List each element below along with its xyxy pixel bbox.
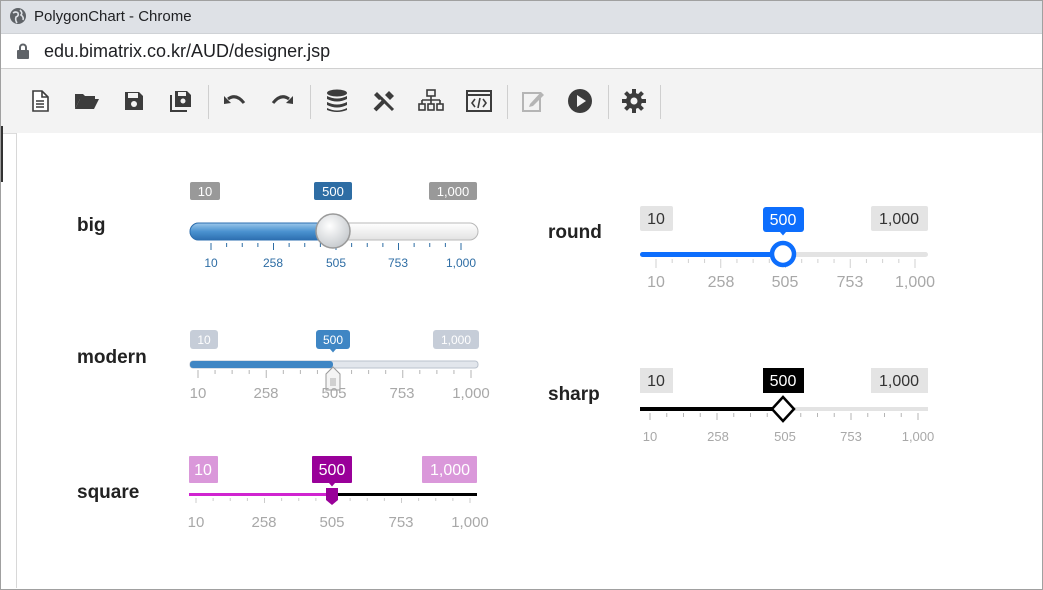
max-label: 1,000 [437,184,470,199]
tick-label: 258 [708,274,735,291]
value-badge-pointer [330,349,336,353]
slider-square[interactable]: 10 1,000 500 10 258 505 753 1,000 [180,452,490,534]
max-label: 1,000 [441,333,471,347]
tick-label: 258 [707,429,729,444]
value-label: 500 [319,462,346,479]
value-badge-pointer [780,232,786,236]
tick-label: 1,000 [895,274,935,291]
toolbar-separator [310,85,311,119]
tick-label: 753 [837,274,864,291]
label-big: big [77,215,106,236]
tick-label: 1,000 [452,385,490,402]
tick-label: 10 [204,256,218,270]
slider-handle[interactable] [770,395,796,423]
toolbar [0,69,1043,134]
value-label: 500 [323,333,343,347]
tick-label: 10 [188,514,205,531]
tick-label: 1,000 [902,429,935,444]
slider-handle[interactable] [769,240,797,268]
tick-label: 258 [263,256,283,270]
tick-label: 505 [326,256,346,270]
slider-fill [189,493,332,496]
tick-label: 753 [840,429,862,444]
max-label: 1,000 [879,211,919,228]
tick-label: 505 [772,274,799,291]
tick-label: 753 [388,514,413,531]
min-label: 10 [198,184,212,199]
address-bar[interactable]: edu.bimatrix.co.kr/AUD/designer.jsp [0,34,1043,69]
tick-label: 753 [388,256,408,270]
tick-label: 505 [321,385,346,402]
slider-sharp[interactable]: 10 1,000 500 10 258 505 753 1,000 [630,364,940,450]
value-label: 500 [770,373,797,390]
min-label: 10 [647,211,665,228]
designer-canvas [16,133,1042,588]
slider-round[interactable]: 10 1,000 500 10 258 505 753 1,000 [630,204,940,298]
url-text[interactable]: edu.bimatrix.co.kr/AUD/designer.jsp [44,41,330,62]
edit-icon[interactable] [517,85,549,117]
tick-label: 505 [774,429,796,444]
open-folder-icon[interactable] [71,85,103,117]
slider-fill [190,361,333,368]
play-icon[interactable] [564,85,596,117]
max-label: 1,000 [879,373,919,390]
slider-modern[interactable]: 10 1,000 500 10 258 505 753 1,000 [180,326,490,406]
value-label: 500 [770,212,797,229]
slider-fill [640,407,783,411]
slider-big[interactable]: 10 1,000 500 10 258 505 753 1,000 [180,176,490,276]
slider-handle[interactable] [315,213,351,249]
toolbar-separator [660,85,661,119]
min-label: 10 [647,373,665,390]
panel-edge [0,126,3,182]
toolbar-separator [608,85,609,119]
tools-icon[interactable] [368,85,400,117]
min-label: 10 [197,333,211,347]
code-icon[interactable] [463,85,495,117]
window-title: PolygonChart - Chrome [34,8,192,25]
max-label: 1,000 [430,462,470,479]
value-badge-pointer [329,483,335,487]
toolbar-separator [208,85,209,119]
lock-icon [17,43,29,59]
tick-label: 258 [253,385,278,402]
database-icon[interactable] [321,85,353,117]
tick-label: 10 [647,274,665,291]
title-bar: PolygonChart - Chrome [0,0,1043,34]
value-label: 500 [322,184,344,199]
tick-label: 753 [389,385,414,402]
new-document-icon[interactable] [24,85,56,117]
min-label: 10 [194,462,212,479]
tick-label: 258 [251,514,276,531]
hierarchy-icon[interactable] [415,85,447,117]
label-round: round [548,222,602,243]
slider-fill [189,222,334,241]
tick-label: 505 [319,514,344,531]
settings-icon[interactable] [618,85,650,117]
toolbar-separator [507,85,508,119]
tick-label: 10 [190,385,207,402]
redo-icon[interactable] [266,85,298,117]
globe-icon [10,8,26,24]
slider-handle[interactable] [326,488,338,505]
tick-label: 10 [643,429,657,444]
label-square: square [77,482,140,503]
save-icon[interactable] [118,85,150,117]
slider-fill [640,252,783,257]
label-modern: modern [77,347,147,368]
undo-icon[interactable] [219,85,251,117]
tick-label: 1,000 [451,514,489,531]
label-sharp: sharp [548,384,600,405]
tick-label: 1,000 [446,256,476,270]
save-all-icon[interactable] [165,85,197,117]
